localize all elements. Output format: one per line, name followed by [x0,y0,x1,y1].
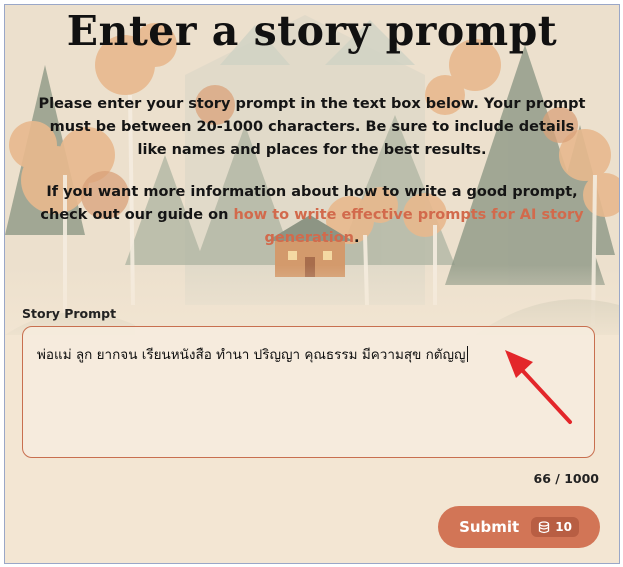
story-prompt-input[interactable]: พ่อแม่ ลูก ยากจน เรียนหนังสือ ทำนา ปริญญ… [22,326,595,458]
credit-cost-badge: 10 [531,517,579,537]
database-coins-icon [539,520,550,533]
submit-label: Submit [459,518,520,536]
prompt-guide-link[interactable]: how to write effective prompts for AI st… [233,207,583,246]
guide-text-tail: . [353,230,360,246]
submit-button[interactable]: Submit 10 [438,506,600,548]
page-title: Enter a story prompt [66,7,558,55]
character-counter: 66 / 1000 [533,471,599,486]
guide-text: If you want more information about how t… [33,181,591,250]
text-caret [466,346,468,362]
credit-cost-value: 10 [555,520,572,534]
instructions-text: Please enter your story prompt in the te… [38,96,586,158]
story-prompt-panel: Enter a story prompt Please enter your s… [4,4,620,564]
story-prompt-label: Story Prompt [22,306,117,321]
story-prompt-value: พ่อแม่ ลูก ยากจน เรียนหนังสือ ทำนา ปริญญ… [37,347,466,363]
